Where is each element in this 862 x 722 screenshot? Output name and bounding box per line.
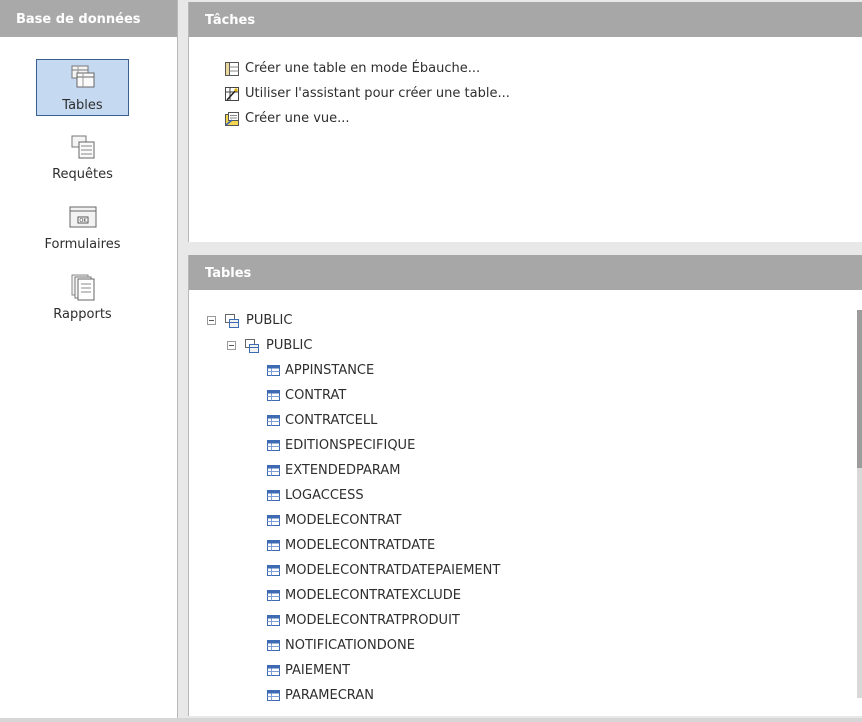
queries-icon [71,135,94,159]
table-icon [267,365,280,376]
table-name: CONTRAT [285,388,347,403]
tasks-panel: Tâches Créer une table en mode Ébauche..… [188,2,862,242]
nav-label-queries: Requêtes [52,167,113,182]
table-name: LOGACCESS [285,488,364,503]
nav-label-tables: Tables [62,98,103,113]
table-name: PARAMECRAN [285,688,374,703]
tree-label-schema: PUBLIC [266,338,313,353]
table-design-icon [225,62,239,76]
table-icon [267,415,280,426]
nav-item-reports[interactable]: Rapports [36,269,129,326]
bottom-border [0,718,862,722]
forms-icon: OK [69,206,96,228]
table-name: MODELECONTRATDATE [285,538,436,553]
nav-label-reports: Rapports [53,307,112,322]
table-icon [267,590,280,601]
table-name: CONTRATCELL [285,413,378,428]
table-icon [267,615,280,626]
tree-label-root: PUBLIC [246,313,293,328]
table-icon [267,690,280,701]
table-name: EDITIONSPECIFIQUE [285,438,416,453]
table-icon [267,465,280,476]
reports-icon [71,274,94,301]
table-name: MODELECONTRATEXCLUDE [285,588,462,603]
table-name: APPINSTANCE [285,363,375,378]
nav-item-queries[interactable]: Requêtes [36,129,129,186]
tables-icon [71,65,94,88]
table-name: MODELECONTRATPRODUIT [285,613,460,628]
nav-label-forms: Formulaires [44,237,121,252]
database-pane: Base de données Tables Requêtes OK Formu… [0,0,178,718]
table-icon [267,515,280,526]
tasks-panel-title: Tâches [189,2,862,37]
table-name: NOTIFICATIONDONE [285,638,415,653]
task-label: Utiliser l'assistant pour créer une tabl… [245,86,510,101]
table-icon [267,565,280,576]
nav-item-tables[interactable]: Tables [36,59,129,116]
table-icon [267,490,280,501]
collapse-toggle[interactable] [227,341,236,350]
table-name: EXTENDEDPARAM [285,463,401,478]
schema-icon [225,314,239,328]
nav-item-forms[interactable]: OK Formulaires [30,199,135,256]
task-label: Créer une table en mode Ébauche... [245,61,481,76]
schema-icon [245,339,259,353]
table-name: PAIEMENT [285,663,351,678]
svg-text:OK: OK [79,218,87,224]
vertical-scrollbar[interactable] [857,310,862,698]
table-icon [267,540,280,551]
scrollbar-thumb[interactable] [857,310,862,468]
database-pane-title: Base de données [0,0,177,37]
table-icon [267,390,280,401]
create-view-icon [225,112,239,126]
tables-panel: Tables PUBLIC PUBLIC APPINSTANCE CONTRAT C… [188,255,862,716]
table-icon [267,440,280,451]
tables-panel-title: Tables [189,255,862,290]
table-name: MODELECONTRATDATEPAIEMENT [285,563,501,578]
task-label: Créer une vue... [245,111,350,126]
table-icon [267,640,280,651]
table-icon [267,665,280,676]
collapse-toggle[interactable] [207,316,216,325]
table-name: MODELECONTRAT [285,513,402,528]
table-wizard-icon [225,87,239,101]
